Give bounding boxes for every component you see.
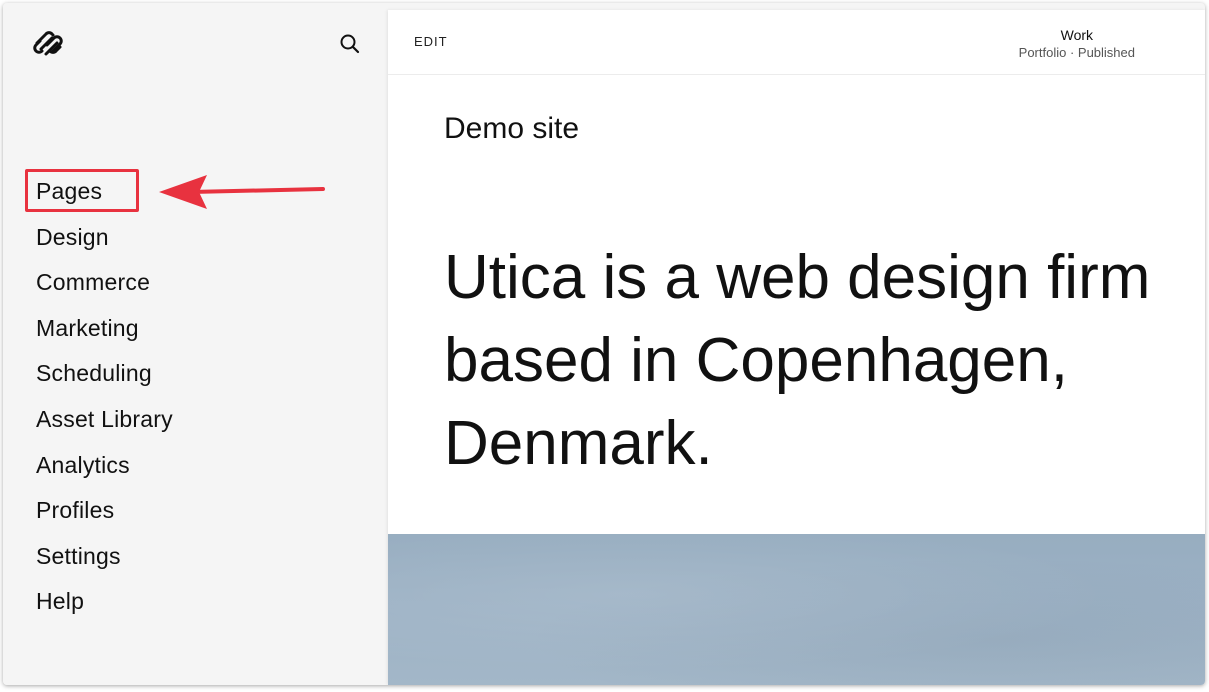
site-preview: EDIT Work Portfolio · Published Demo sit… [388, 10, 1205, 685]
sidebar-item-help[interactable]: Help [36, 579, 173, 625]
headline-line: Denmark. [444, 409, 713, 478]
page-title-group: Work Portfolio · Published [1019, 26, 1135, 62]
sidebar-item-analytics[interactable]: Analytics [36, 443, 173, 489]
sidebar-item-marketing[interactable]: Marketing [36, 306, 173, 352]
page-status: Portfolio · Published [1018, 45, 1135, 60]
sidebar-item-asset-library[interactable]: Asset Library [36, 397, 173, 443]
sidebar-item-profiles[interactable]: Profiles [36, 488, 173, 534]
annotation-highlight-box [25, 169, 139, 212]
app-window: Pages Design Commerce Marketing Scheduli… [3, 3, 1205, 685]
hero-image-texture [388, 534, 1205, 685]
site-title[interactable]: Demo site [444, 112, 579, 146]
hero-image [388, 534, 1205, 685]
sidebar: Pages Design Commerce Marketing Scheduli… [3, 3, 388, 685]
hero-headline: Utica is a web design firm based in Cope… [444, 236, 1205, 485]
headline-line: Utica is a web design firm [444, 243, 1151, 312]
sidebar-item-settings[interactable]: Settings [36, 534, 173, 580]
squarespace-logo-icon[interactable] [33, 29, 67, 59]
search-icon[interactable] [339, 33, 361, 55]
sidebar-item-design[interactable]: Design [36, 215, 173, 261]
page-name: Work [1060, 27, 1094, 43]
headline-line: based in Copenhagen, [444, 326, 1068, 395]
preview-topbar: EDIT Work Portfolio · Published [388, 10, 1205, 75]
sidebar-nav: Pages Design Commerce Marketing Scheduli… [36, 169, 173, 625]
sidebar-item-scheduling[interactable]: Scheduling [36, 351, 173, 397]
sidebar-item-commerce[interactable]: Commerce [36, 260, 173, 306]
annotation-arrow-icon [151, 169, 329, 213]
edit-button[interactable]: EDIT [414, 34, 448, 49]
